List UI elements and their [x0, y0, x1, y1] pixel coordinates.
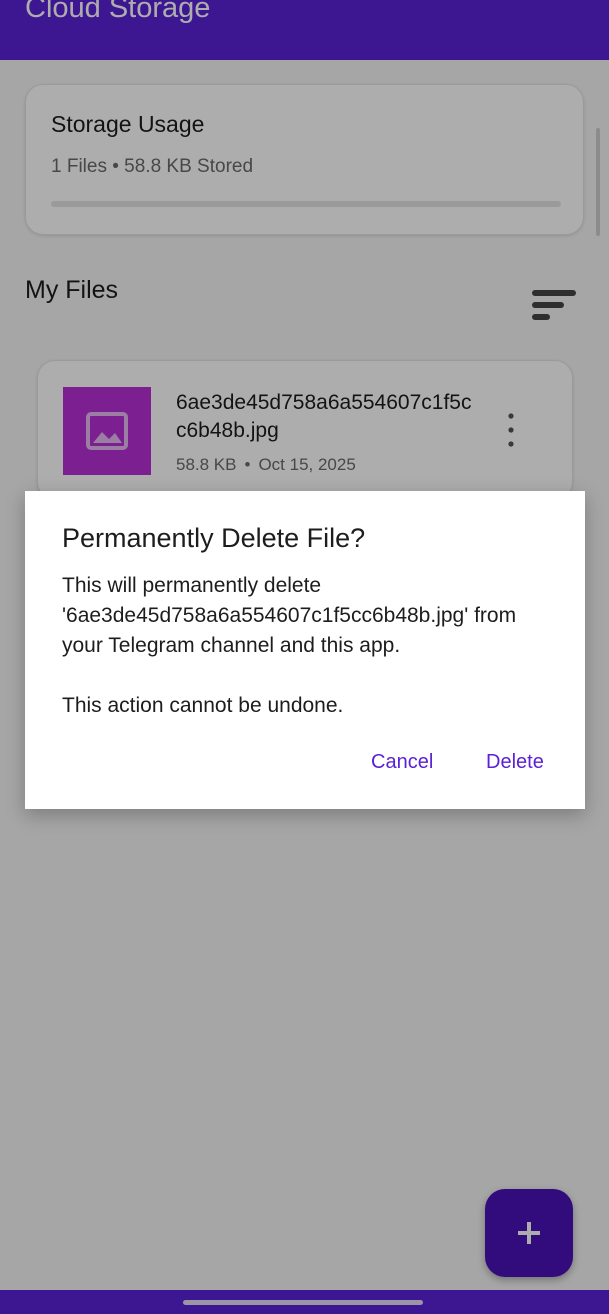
dialog-title: Permanently Delete File? [62, 523, 366, 553]
dialog-message: This will permanently delete '6ae3de45d7… [62, 574, 517, 657]
dialog-warning: This action cannot be undone. [62, 694, 344, 717]
dialog-body: This will permanently delete '6ae3de45d7… [62, 571, 562, 721]
delete-confirmation-dialog: Permanently Delete File? This will perma… [25, 491, 585, 809]
cancel-button[interactable]: Cancel [371, 751, 433, 774]
delete-button[interactable]: Delete [486, 751, 544, 774]
